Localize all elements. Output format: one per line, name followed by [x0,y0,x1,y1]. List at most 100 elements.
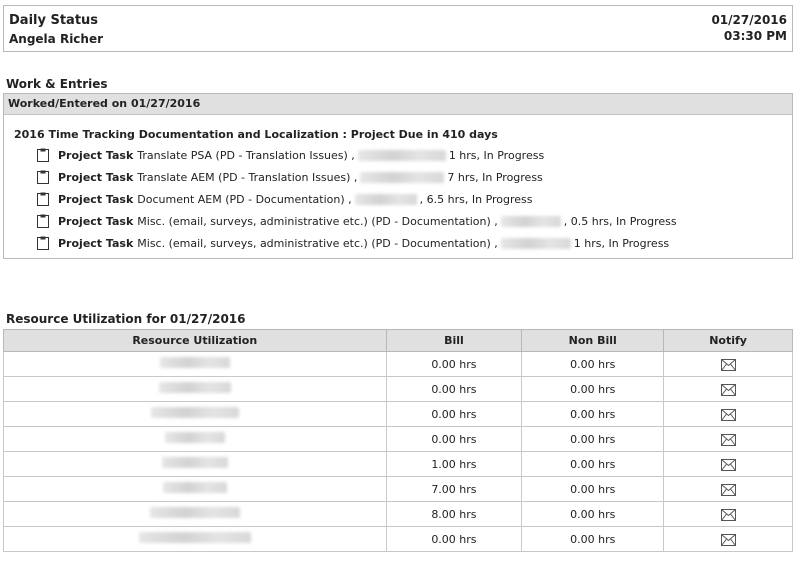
worked-entered-bar: Worked/Entered on 01/27/2016 [4,94,792,115]
resource-utilization-title: Resource Utilization for 01/27/2016 [6,312,246,326]
task-kind: Project Task [58,214,134,228]
project-title: 2016 Time Tracking Documentation and Loc… [14,128,498,141]
task-row[interactable]: Project Task Document AEM (PD - Document… [37,190,533,208]
clipboard-icon [37,170,49,184]
notify-cell [663,451,793,477]
redacted-name [354,193,417,205]
resource-cell [3,426,387,452]
notify-cell [663,401,793,427]
table-row: 0.00 hrs 0.00 hrs [3,526,793,552]
resource-cell [3,501,387,527]
envelope-icon[interactable] [720,383,736,396]
envelope-icon[interactable] [720,533,736,546]
non-bill-cell: 0.00 hrs [521,501,665,527]
user-name: Angela Richer [9,32,104,46]
column-header-bill[interactable]: Bill [385,329,523,352]
task-description: Translate PSA (PD - Translation Issues) … [137,148,355,162]
bill-cell: 8.00 hrs [385,501,523,527]
task-kind: Project Task [58,236,134,250]
envelope-icon[interactable] [720,433,736,446]
non-bill-cell: 0.00 hrs [521,451,665,477]
task-kind: Project Task [58,148,134,162]
table-row: 0.00 hrs 0.00 hrs [3,376,793,402]
notify-cell [663,426,793,452]
clipboard-icon [37,192,49,206]
task-description: Translate AEM (PD - Translation Issues) … [137,170,358,184]
redacted-resource-name [149,507,240,518]
resource-cell [3,351,387,377]
status-time: 03:30 PM [723,29,787,43]
work-entries-title: Work & Entries [6,77,108,91]
task-hours-status: , 0.5 hrs, In Progress [563,214,677,228]
task-kind: Project Task [58,170,134,184]
non-bill-cell: 0.00 hrs [521,376,665,402]
table-header-row: Resource Utilization Bill Non Bill Notif… [3,329,793,352]
clipboard-icon [37,236,49,250]
work-entries-panel: Worked/Entered on 01/27/2016 2016 Time T… [3,93,793,259]
column-header-notify[interactable]: Notify [663,329,793,352]
redacted-resource-name [158,382,231,393]
non-bill-cell: 0.00 hrs [521,401,665,427]
table-row: 1.00 hrs 0.00 hrs [3,451,793,477]
clipboard-icon [37,214,49,228]
redacted-resource-name [150,407,239,418]
non-bill-cell: 0.00 hrs [521,426,665,452]
envelope-icon[interactable] [720,358,736,371]
bill-cell: 0.00 hrs [385,526,523,552]
bill-cell: 1.00 hrs [385,451,523,477]
bill-cell: 0.00 hrs [385,351,523,377]
non-bill-cell: 0.00 hrs [521,351,665,377]
task-hours-status: , 6.5 hrs, In Progress [419,192,533,206]
redacted-name [500,237,571,249]
redacted-name [500,215,561,227]
table-row: 0.00 hrs 0.00 hrs [3,401,793,427]
redacted-name [357,149,446,161]
resource-cell [3,451,387,477]
status-date: 01/27/2016 [711,13,787,27]
non-bill-cell: 0.00 hrs [521,476,665,502]
redacted-resource-name [159,357,230,368]
table-row: 8.00 hrs 0.00 hrs [3,501,793,527]
envelope-icon[interactable] [720,458,736,471]
table-row: 7.00 hrs 0.00 hrs [3,476,793,502]
task-row[interactable]: Project Task Misc. (email, surveys, admi… [37,212,677,230]
bill-cell: 0.00 hrs [385,401,523,427]
task-hours-status: 1 hrs, In Progress [448,148,545,162]
task-row[interactable]: Project Task Translate PSA (PD - Transla… [37,146,544,164]
resource-utilization-table: Resource Utilization Bill Non Bill Notif… [3,329,793,552]
task-kind: Project Task [58,192,134,206]
redacted-resource-name [164,432,225,443]
table-row: 0.00 hrs 0.00 hrs [3,351,793,377]
task-description: Misc. (email, surveys, administrative et… [137,236,498,250]
task-row[interactable]: Project Task Translate AEM (PD - Transla… [37,168,543,186]
resource-cell [3,526,387,552]
envelope-icon[interactable] [720,408,736,421]
column-header-non-bill[interactable]: Non Bill [521,329,665,352]
task-hours-status: 1 hrs, In Progress [573,236,670,250]
envelope-icon[interactable] [720,508,736,521]
envelope-icon[interactable] [720,483,736,496]
table-row: 0.00 hrs 0.00 hrs [3,426,793,452]
redacted-resource-name [138,532,251,543]
daily-status-header: Daily Status Angela Richer 01/27/2016 03… [3,5,793,52]
task-row[interactable]: Project Task Misc. (email, surveys, admi… [37,234,669,252]
task-description: Misc. (email, surveys, administrative et… [137,214,498,228]
bill-cell: 0.00 hrs [385,426,523,452]
redacted-name [360,171,445,183]
bill-cell: 0.00 hrs [385,376,523,402]
task-description: Document AEM (PD - Documentation) , [137,192,352,206]
notify-cell [663,376,793,402]
notify-cell [663,501,793,527]
page-title: Daily Status [9,13,99,28]
resource-cell [3,401,387,427]
task-hours-status: 7 hrs, In Progress [447,170,543,184]
notify-cell [663,351,793,377]
clipboard-icon [37,148,49,162]
redacted-resource-name [161,457,228,468]
non-bill-cell: 0.00 hrs [521,526,665,552]
redacted-resource-name [162,482,227,493]
column-header-resource[interactable]: Resource Utilization [3,329,387,352]
resource-cell [3,376,387,402]
notify-cell [663,476,793,502]
resource-cell [3,476,387,502]
